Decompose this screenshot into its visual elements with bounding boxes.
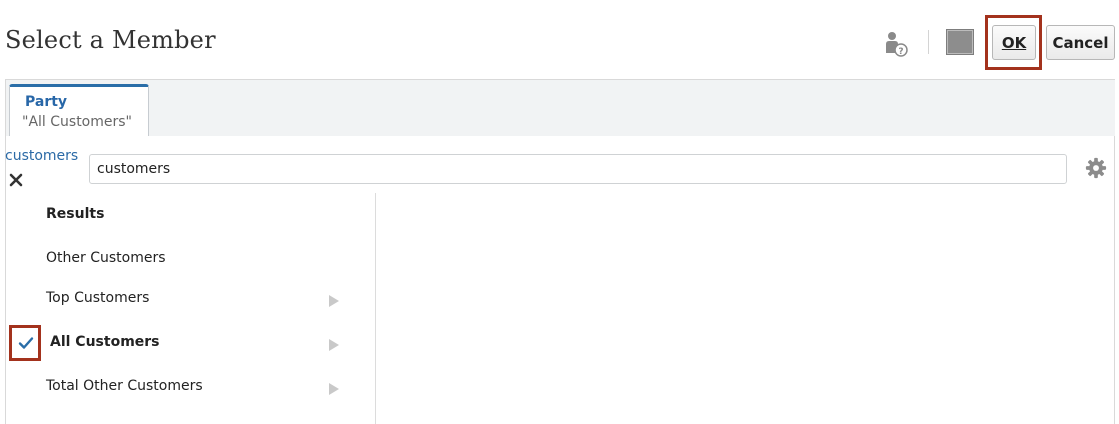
expand-arrow-icon[interactable] <box>328 383 340 395</box>
expand-arrow-icon[interactable] <box>328 339 340 351</box>
results-divider <box>375 193 376 424</box>
toolbar-separator <box>928 30 929 54</box>
expand-arrow-icon[interactable] <box>328 295 340 307</box>
tab-party-name: Party <box>25 94 68 110</box>
search-input[interactable] <box>89 154 1067 184</box>
results-heading: Results <box>46 206 105 222</box>
result-item-total-other-customers[interactable]: Total Other Customers <box>46 378 203 394</box>
search-crumb-link[interactable]: customers <box>5 148 78 164</box>
checkmark-icon[interactable] <box>18 336 34 350</box>
result-item-other-customers[interactable]: Other Customers <box>46 250 166 266</box>
cancel-button-label: Cancel <box>1052 33 1109 52</box>
cancel-button[interactable]: Cancel <box>1046 25 1115 60</box>
svg-text:?: ? <box>898 47 903 57</box>
person-help-icon[interactable]: ? <box>884 31 908 57</box>
dialog-title: Select a Member <box>5 26 216 54</box>
color-swatch-icon[interactable] <box>946 29 974 55</box>
ok-button[interactable]: OK <box>992 25 1036 60</box>
gear-icon[interactable] <box>1085 157 1107 179</box>
result-item-all-customers[interactable]: All Customers <box>50 334 160 350</box>
dimension-tabstrip <box>6 80 1115 136</box>
result-item-top-customers[interactable]: Top Customers <box>46 290 149 306</box>
close-icon[interactable] <box>9 173 23 187</box>
tab-party-value: "All Customers" <box>22 114 132 130</box>
